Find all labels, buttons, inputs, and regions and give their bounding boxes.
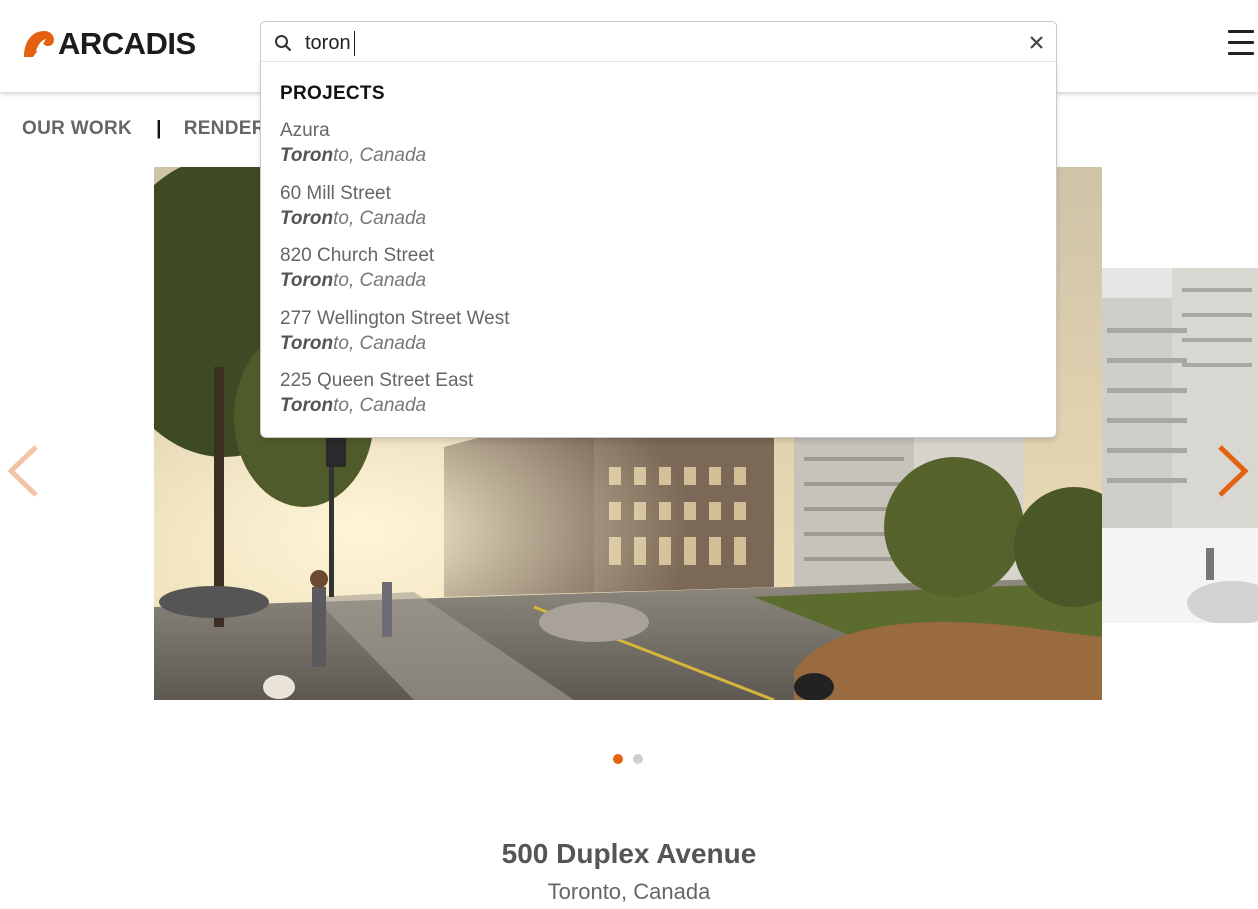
chevron-left-icon[interactable] — [6, 444, 40, 498]
project-title: 500 Duplex Avenue — [501, 838, 757, 869]
search-bar — [260, 21, 1057, 62]
suggestion-item[interactable]: 60 Mill Street Toronto, Canada — [280, 182, 980, 238]
suggestion-name: 60 Mill Street — [280, 183, 391, 204]
hamburger-menu-icon[interactable] — [1228, 30, 1254, 56]
close-icon[interactable] — [1028, 34, 1045, 51]
suggestion-location: Toronto, Canada — [280, 270, 427, 291]
suggestion-item[interactable]: 225 Queen Street East Toronto, Canada — [280, 369, 980, 425]
suggestion-location: Toronto, Canada — [280, 333, 427, 354]
search-input[interactable] — [305, 30, 1005, 56]
arcadis-logo-mark-icon — [24, 31, 54, 57]
suggestion-name: 277 Wellington Street West — [280, 308, 510, 329]
carousel-dots — [613, 754, 643, 764]
suggestion-item[interactable]: 820 Church Street Toronto, Canada — [280, 244, 980, 300]
text-cursor — [354, 31, 355, 56]
logo-text: ARCADIS — [58, 26, 196, 61]
nav-separator: | — [156, 118, 162, 139]
suggestions-heading: PROJECTS — [280, 83, 385, 104]
carousel-dot-1[interactable] — [613, 754, 623, 764]
chevron-right-icon[interactable] — [1216, 444, 1250, 498]
project-location: Toronto, Canada — [547, 879, 711, 904]
suggestion-location: Toronto, Canada — [280, 145, 427, 166]
suggestion-name: 820 Church Street — [280, 245, 435, 266]
suggestion-location: Toronto, Canada — [280, 395, 427, 416]
suggestion-location: Toronto, Canada — [280, 208, 427, 229]
nav-our-work[interactable]: OUR WORK — [22, 118, 132, 139]
arcadis-logo[interactable]: ARCADIS — [22, 28, 196, 60]
suggestion-name: 225 Queen Street East — [280, 370, 474, 391]
search-icon — [275, 35, 292, 52]
suggestion-name: Azura — [280, 120, 330, 141]
carousel-dot-2[interactable] — [633, 754, 643, 764]
search-suggestions-dropdown: PROJECTS Azura Toronto, Canada 60 Mill S… — [260, 61, 1057, 438]
suggestion-item[interactable]: 277 Wellington Street West Toronto, Cana… — [280, 307, 980, 363]
suggestion-item[interactable]: Azura Toronto, Canada — [280, 119, 980, 175]
